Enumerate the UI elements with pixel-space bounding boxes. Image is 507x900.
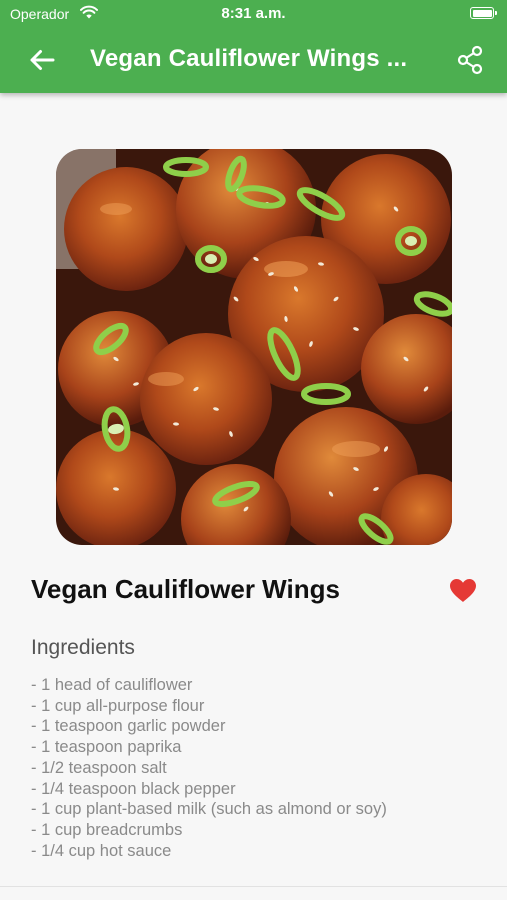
- arrow-left-icon: [30, 50, 55, 70]
- battery-icon: [470, 7, 497, 19]
- status-bar: Operador 8:31 a.m.: [0, 0, 507, 28]
- page-title: Vegan Cauliflower Wings ...: [90, 45, 408, 72]
- favorite-button[interactable]: [448, 576, 478, 604]
- ingredient-item: - 1/2 teaspoon salt: [31, 758, 167, 777]
- recipe-title: Vegan Cauliflower Wings: [31, 574, 340, 604]
- ingredient-item: - 1 cup breadcrumbs: [31, 820, 183, 839]
- ingredient-item: - 1 cup all-purpose flour: [31, 696, 205, 715]
- share-icon: [457, 45, 483, 75]
- ingredients-heading: Ingredients: [31, 636, 135, 659]
- ingredient-item: - 1/4 teaspoon black pepper: [31, 779, 236, 798]
- ingredient-item: - 1 teaspoon paprika: [31, 738, 182, 757]
- status-time: 8:31 a.m.: [221, 5, 286, 22]
- ingredient-item: - 1 head of cauliflower: [31, 676, 193, 694]
- bottom-divider: [0, 886, 507, 887]
- recipe-image: [56, 149, 452, 545]
- ingredient-item: - 1/4 cup hot sauce: [31, 841, 172, 860]
- app-bar: Operador 8:31 a.m. Vegan Cauliflower Win…: [0, 0, 507, 93]
- share-button[interactable]: [452, 40, 488, 80]
- ingredient-item: - 1 cup plant-based milk (such as almond…: [31, 800, 387, 819]
- heart-icon: [450, 578, 476, 602]
- ingredients-list: - 1 head of cauliflower - 1 cup all-purp…: [31, 675, 387, 861]
- ingredient-item: - 1 teaspoon garlic powder: [31, 717, 226, 736]
- back-button[interactable]: [24, 42, 60, 78]
